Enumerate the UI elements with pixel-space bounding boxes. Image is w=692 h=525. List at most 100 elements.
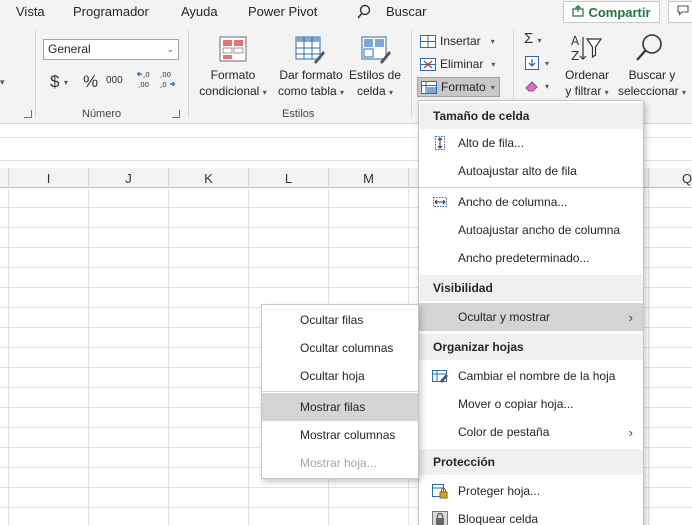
svg-text:,00: ,00 xyxy=(138,81,149,89)
submenu-hide-columns[interactable]: Ocultar columnas xyxy=(262,334,418,362)
currency-caret-icon[interactable]: ▾ xyxy=(64,78,68,87)
cell-styles-line2: celda xyxy=(356,84,386,98)
row-height-label: Alto de fila... xyxy=(458,136,525,150)
column-width-label: Ancho de columna... xyxy=(458,195,568,209)
fill-caret-icon[interactable]: ▾ xyxy=(545,59,549,68)
group-divider xyxy=(188,30,189,118)
menu-item-tab-color[interactable]: Color de pestaña › xyxy=(419,418,643,446)
move-copy-label: Mover o copiar hoja... xyxy=(458,397,574,411)
search-icon[interactable] xyxy=(357,4,371,20)
svg-text:,0: ,0 xyxy=(160,81,167,89)
lock-icon xyxy=(432,511,448,525)
conditional-format-line1: Formato xyxy=(210,68,256,82)
column-header-q[interactable]: Q xyxy=(649,168,692,188)
submenu-unhide-rows[interactable]: Mostrar filas xyxy=(262,393,418,421)
alignment-dialog-launcher[interactable] xyxy=(24,110,32,118)
sort-filter-icon[interactable]: AZ xyxy=(570,33,603,63)
svg-text:,0: ,0 xyxy=(143,71,150,79)
format-as-table-button[interactable]: Dar formato como tabla ▾ xyxy=(272,67,350,101)
find-select-line2: seleccionar xyxy=(617,84,679,98)
menu-item-column-width[interactable]: Ancho de columna... xyxy=(419,188,643,216)
protect-sheet-icon xyxy=(432,483,448,499)
section-visibility: Visibilidad xyxy=(419,275,643,301)
protect-sheet-label: Proteger hoja... xyxy=(458,484,541,498)
delete-cells-button[interactable]: Eliminar ▾ xyxy=(420,54,495,74)
section-protection: Protección xyxy=(419,449,643,475)
lock-cell-label: Bloquear celda xyxy=(458,512,539,525)
cell-styles-line1: Estilos de xyxy=(348,68,402,82)
submenu-unhide-sheet: Mostrar hoja... xyxy=(300,456,377,470)
conditional-format-line2: condicional xyxy=(199,84,260,98)
tab-vista[interactable]: Vista xyxy=(16,4,45,19)
comment-icon xyxy=(677,5,689,19)
find-select-line1: Buscar y xyxy=(628,68,676,82)
sort-filter-line2: y filtrar xyxy=(565,84,602,98)
section-organize-sheets: Organizar hojas xyxy=(419,334,643,360)
column-header-partial[interactable] xyxy=(0,168,9,188)
group-divider xyxy=(411,30,412,118)
tab-power-pivot[interactable]: Power Pivot xyxy=(248,4,317,19)
column-header-m[interactable]: M xyxy=(329,168,409,188)
hide-unhide-submenu: Ocultar filas Ocultar columnas Ocultar h… xyxy=(261,304,419,479)
currency-format-button[interactable]: $ xyxy=(50,72,59,92)
menu-item-autofit-column[interactable]: Autoajustar ancho de columna xyxy=(419,216,643,244)
cell-styles-button[interactable]: Estilos de celda ▾ xyxy=(344,67,406,101)
partial-group-caret[interactable]: ▾ xyxy=(0,77,5,88)
autosum-icon[interactable]: Σ ▾ xyxy=(524,30,541,47)
section-cell-size: Tamaño de celda xyxy=(419,103,643,129)
conditional-format-icon[interactable] xyxy=(218,34,248,64)
find-select-button[interactable]: Buscar y seleccionar ▾ xyxy=(614,67,690,101)
group-divider xyxy=(35,30,36,118)
submenu-hide-sheet[interactable]: Ocultar hoja xyxy=(262,362,418,390)
decrease-decimal-icon[interactable]: ,00,0 xyxy=(158,70,176,90)
sort-filter-line1: Ordenar xyxy=(564,68,610,82)
default-width-label: Ancho predeterminado... xyxy=(458,251,590,265)
format-cells-icon xyxy=(421,80,437,94)
share-button[interactable]: Compartir xyxy=(563,1,660,23)
format-as-table-icon[interactable] xyxy=(294,34,326,64)
menu-item-lock-cell[interactable]: Bloquear celda xyxy=(419,505,643,525)
share-icon xyxy=(572,4,585,20)
menu-item-row-height[interactable]: Alto de fila... xyxy=(419,129,643,157)
number-dialog-launcher[interactable] xyxy=(172,110,180,118)
submenu-hide-rows[interactable]: Ocultar filas xyxy=(262,306,418,334)
menu-item-move-copy-sheet[interactable]: Mover o copiar hoja... xyxy=(419,390,643,418)
conditional-format-button[interactable]: Formato condicional ▾ xyxy=(194,67,272,101)
increase-decimal-icon[interactable]: ,0,00 xyxy=(136,70,154,90)
rename-sheet-icon xyxy=(432,368,448,384)
clear-eraser-icon[interactable] xyxy=(524,79,540,93)
tab-ayuda[interactable]: Ayuda xyxy=(181,4,218,19)
fill-down-icon[interactable] xyxy=(525,56,539,70)
row-height-icon xyxy=(432,135,448,151)
menu-item-autofit-row[interactable]: Autoajustar alto de fila xyxy=(419,157,643,185)
search-box[interactable]: Buscar xyxy=(386,4,426,19)
tab-programador[interactable]: Programador xyxy=(73,4,149,19)
format-dropdown-menu: Tamaño de celda Alto de fila... Autoajus… xyxy=(418,100,644,525)
clear-caret-icon[interactable]: ▾ xyxy=(545,82,549,91)
comments-button[interactable] xyxy=(668,1,692,23)
column-header-j[interactable]: J xyxy=(89,168,169,188)
chevron-right-icon: › xyxy=(628,424,633,440)
percent-format-button[interactable]: % xyxy=(83,72,98,92)
rename-sheet-label: Cambiar el nombre de la hoja xyxy=(458,369,616,383)
find-select-icon[interactable] xyxy=(634,32,666,64)
menu-item-hide-unhide[interactable]: Ocultar y mostrar › xyxy=(419,303,643,331)
format-cells-button[interactable]: Formato ▾ xyxy=(417,77,500,97)
submenu-separator xyxy=(262,391,418,392)
thousands-separator-button[interactable]: 000 xyxy=(106,75,123,86)
format-label: Formato xyxy=(441,80,486,94)
number-format-dropdown[interactable]: General ⌄ xyxy=(43,39,179,60)
delete-cells-icon xyxy=(420,57,436,71)
column-header-l[interactable]: L xyxy=(249,168,329,188)
delete-label: Eliminar xyxy=(440,57,484,71)
submenu-unhide-columns[interactable]: Mostrar columnas xyxy=(262,421,418,449)
menu-item-rename-sheet[interactable]: Cambiar el nombre de la hoja xyxy=(419,362,643,390)
menu-item-protect-sheet[interactable]: Proteger hoja... xyxy=(419,477,643,505)
cell-styles-icon[interactable] xyxy=(360,34,392,64)
chevron-right-icon: › xyxy=(628,309,633,325)
column-header-k[interactable]: K xyxy=(169,168,249,188)
sort-filter-button[interactable]: Ordenar y filtrar ▾ xyxy=(556,67,618,101)
menu-item-default-width[interactable]: Ancho predeterminado... xyxy=(419,244,643,272)
column-header-i[interactable]: I xyxy=(9,168,89,188)
insert-cells-button[interactable]: Insertar ▾ xyxy=(420,31,495,51)
